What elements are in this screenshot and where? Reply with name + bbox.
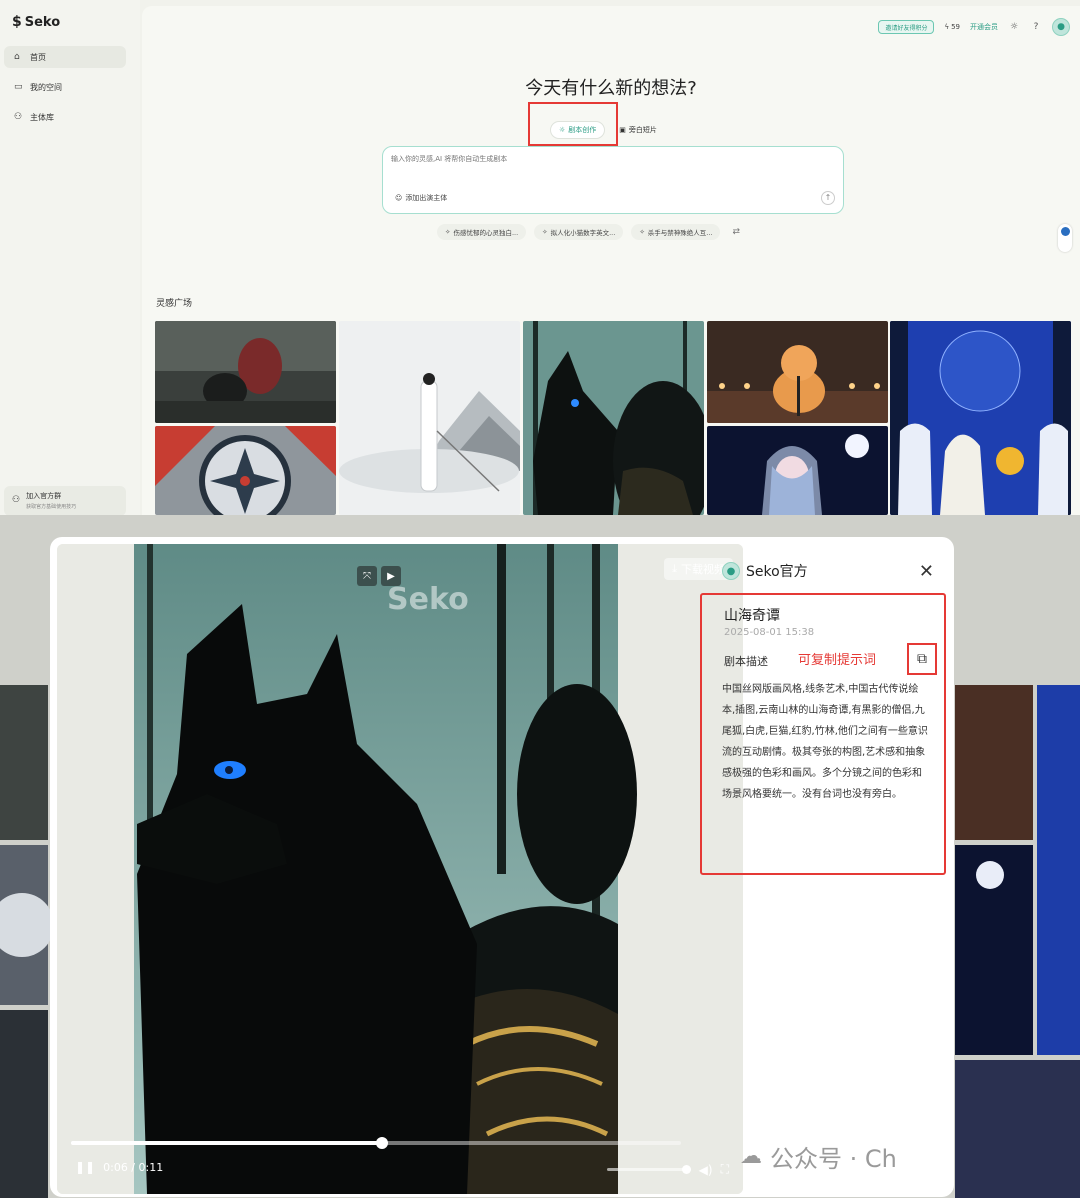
theme-sun-icon[interactable]: ☼ (1008, 21, 1020, 33)
suggestion-chip[interactable]: ✧ 伤感忧郁的心灵独白... (437, 224, 527, 240)
help-icon[interactable]: ? (1030, 21, 1042, 33)
video-time: 0:06 / 0:11 (103, 1160, 164, 1174)
work-timestamp: 2025-08-01 15:38 (724, 627, 815, 638)
gallery-tile[interactable] (155, 321, 336, 423)
seko-logo-icon: $ (12, 14, 22, 30)
suggestion-chip[interactable]: ✧ 杀手与禁神殊绝人互... (631, 224, 721, 240)
gallery-tile[interactable] (890, 321, 1071, 515)
gallery-thumbnail-blue-porcelain (890, 321, 1071, 515)
download-icon: ⤓ (672, 562, 677, 575)
sparkle-icon: ✧ (542, 228, 548, 236)
script-description: 中国丝网版画风格,线条艺术,中国古代传说绘本,插图,云南山林的山海奇谭,有黑影的… (722, 684, 928, 800)
prompt-input[interactable] (391, 155, 811, 163)
gallery-tile[interactable] (707, 426, 888, 515)
refresh-icon[interactable]: ⇄ (732, 227, 740, 237)
suggestion-chip[interactable]: ✧ 拟人化小猫数字英文... (534, 224, 624, 240)
prompt-box: ☺ 添加出演主体 ↑ (382, 146, 844, 214)
video-frame-fox (57, 544, 743, 1194)
sparkle-icon: ✧ (639, 228, 645, 236)
home-icon: ⌂ (14, 52, 20, 62)
gallery-tile[interactable] (523, 321, 704, 515)
video-player[interactable]: Seko ⤧ ▶ ⤓ 下载视频 ❚❚ 0:06 / 0:11 ◀) ⛶ (57, 544, 743, 1194)
send-button[interactable]: ↑ (821, 191, 835, 205)
wechat-watermark: ☁ 公众号 · Ch (740, 1144, 897, 1173)
homepage-screenshot: $ Seko ⌂ 首页 ▭ 我的空间 ⚇ 主体库 ⚇ 加入官方群 获取官方基础使… (0, 0, 1080, 515)
assistant-icon (1060, 227, 1070, 236)
floating-assistant-button[interactable] (1058, 224, 1072, 252)
gallery-thumbnail-fox (523, 321, 704, 515)
video-progress-fill (71, 1141, 383, 1145)
user-avatar[interactable]: ● (1052, 18, 1070, 36)
gallery-thumbnail-shuriken (155, 426, 336, 515)
pause-icon[interactable]: ❚❚ (75, 1160, 95, 1174)
people-icon: ⚇ (14, 112, 23, 122)
video-progress-bar[interactable] (71, 1137, 681, 1149)
gallery-title: 灵感广场 (156, 299, 193, 309)
video-detail-modal: Seko ⤧ ▶ ⤓ 下载视频 ❚❚ 0:06 / 0:11 ◀) ⛶ ● Se… (50, 537, 954, 1197)
suggestion-list: ✧ 伤感忧郁的心灵独白... ✧ 拟人化小猫数字英文... ✧ 杀手与禁神殊绝人… (437, 224, 740, 240)
top-bar: 邀请好友得积分 ϟ 59 开通会员 ☼ ? ● (878, 18, 1070, 36)
add-role-button[interactable]: ☺ 添加出演主体 (395, 193, 447, 203)
video-detail-screenshot: Seko ⤧ ▶ ⤓ 下载视频 ❚❚ 0:06 / 0:11 ◀) ⛶ ● Se… (0, 515, 1080, 1198)
group-icon: ⚇ (12, 495, 21, 505)
sparkle-icon: ✧ (445, 228, 451, 236)
page-headline: 今天有什么新的想法? (525, 78, 697, 99)
gallery-tile[interactable] (155, 426, 336, 515)
invite-button[interactable]: 邀请好友得积分 (878, 20, 935, 34)
gallery-thumbnail-warrior (155, 321, 336, 423)
gallery-thumbnail-swordsman (339, 321, 520, 515)
video-top-controls: ⤧ ▶ (357, 566, 401, 586)
sidebar-item-home[interactable]: ⌂ 首页 (4, 46, 126, 68)
copy-hint-annotation: 可复制提示词 (798, 653, 877, 668)
work-title: 山海奇谭 (724, 608, 780, 624)
sidebar-item-my-space[interactable]: ▭ 我的空间 (4, 76, 126, 98)
volume-knob[interactable] (681, 1165, 691, 1174)
app-logo[interactable]: $ Seko (12, 14, 60, 30)
script-label: 剧本描述 (724, 655, 768, 668)
lightning-icon: ϟ (944, 23, 950, 31)
add-person-icon: ☺ (395, 194, 403, 202)
film-icon: ▣ (619, 126, 626, 134)
play-preview-icon[interactable]: ▶ (381, 566, 401, 586)
lightbulb-icon: ☼ (559, 126, 566, 134)
sidebar-nav: ⌂ 首页 ▭ 我的空间 ⚇ 主体库 (4, 46, 126, 136)
wechat-icon: ☁ (740, 1144, 762, 1169)
tab-script-creation[interactable]: ☼ 剧本创作 (550, 121, 606, 139)
author-name[interactable]: Seko官方 (746, 561, 808, 581)
sidebar: $ Seko ⌂ 首页 ▭ 我的空间 ⚇ 主体库 ⚇ 加入官方群 获取官方基础使… (0, 0, 140, 515)
fit-screen-icon[interactable]: ⤧ (357, 566, 377, 586)
join-group-card[interactable]: ⚇ 加入官方群 获取官方基础使用技巧 (4, 486, 126, 515)
gallery-tile[interactable] (707, 321, 888, 423)
gallery-thumbnail-cat-singer (707, 321, 888, 423)
folder-icon: ▭ (14, 82, 23, 92)
volume-slider[interactable] (606, 1165, 691, 1174)
gallery-tile[interactable] (339, 321, 520, 515)
copy-icon[interactable]: ⧉ (907, 643, 937, 675)
highlight-box-detail: 山海奇谭 2025-08-01 15:38 剧本描述 可复制提示词 ⧉ 中国丝网… (700, 593, 946, 875)
close-icon[interactable]: ✕ (919, 561, 934, 582)
sidebar-item-subject-library[interactable]: ⚇ 主体库 (4, 106, 126, 128)
credits-display[interactable]: ϟ 59 (944, 23, 960, 31)
open-member-link[interactable]: 开通会员 (970, 22, 998, 32)
author-avatar[interactable]: ● (722, 562, 740, 580)
tab-narration-short[interactable]: ▣ 旁白短片 (611, 121, 665, 139)
playback-controls: ❚❚ 0:06 / 0:11 (75, 1160, 163, 1174)
seko-watermark: Seko (387, 582, 469, 617)
author-header: ● Seko官方 (722, 561, 808, 581)
video-progress-knob[interactable] (376, 1137, 389, 1149)
detail-panel: ● Seko官方 ✕ 山海奇谭 2025-08-01 15:38 剧本描述 可复… (700, 537, 954, 1197)
mode-tabs: ☼ 剧本创作 ▣ 旁白短片 (550, 121, 665, 139)
gallery-thumbnail-hooded-girl (707, 426, 888, 515)
